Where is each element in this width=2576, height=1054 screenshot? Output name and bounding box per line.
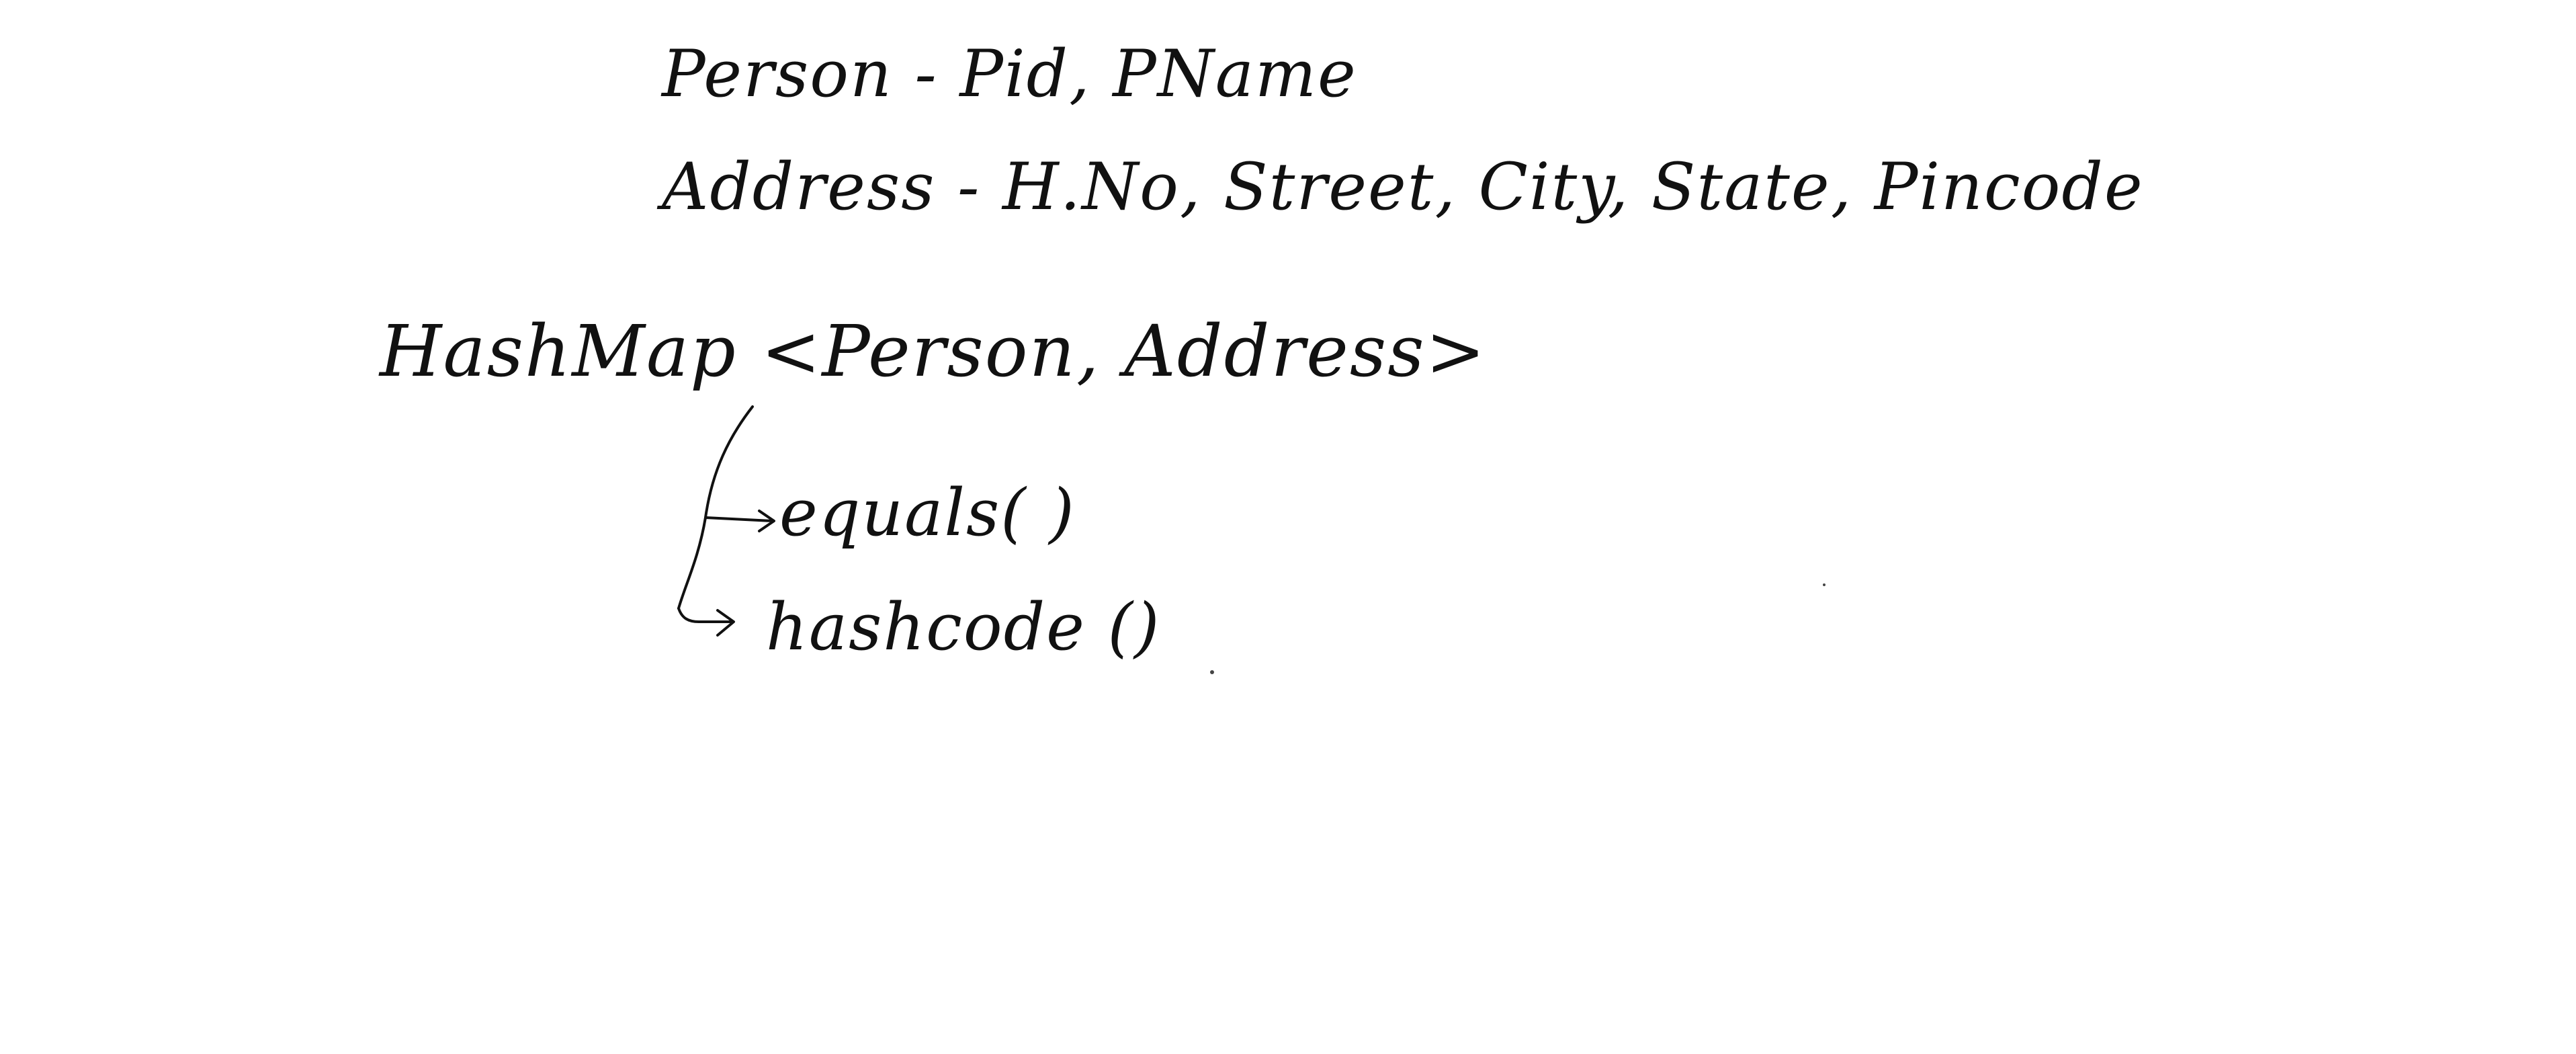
- stray-dot: [1210, 670, 1214, 674]
- arrow-right-icon: [677, 607, 735, 637]
- branch-curve: [677, 405, 754, 610]
- branch-strokes: [677, 405, 1826, 674]
- whiteboard-canvas: Person - Pid, PName Address - H.No, Stre…: [0, 0, 2576, 1054]
- stray-dot: [1823, 583, 1826, 586]
- arrow-right-icon: [704, 510, 775, 532]
